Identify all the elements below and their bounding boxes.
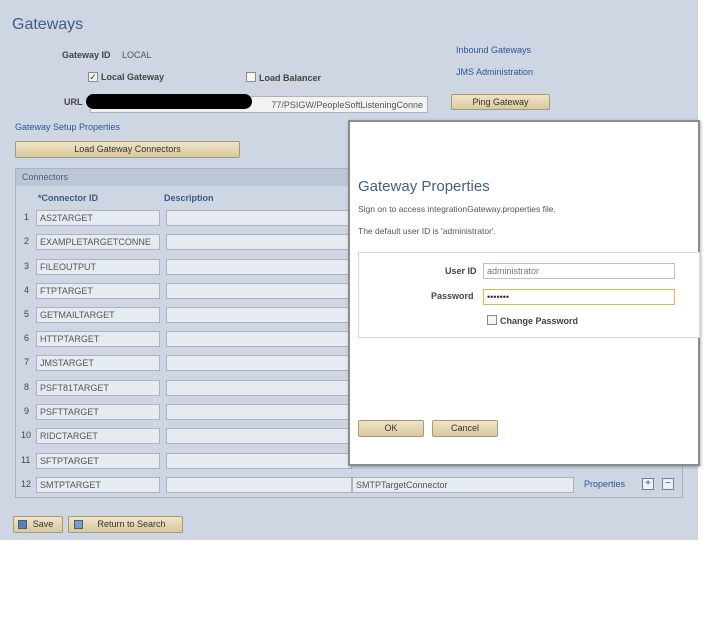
save-icon xyxy=(18,520,27,529)
row-number: 8 xyxy=(24,382,30,392)
save-button-label: Save xyxy=(32,519,54,529)
password-label: Password xyxy=(431,291,474,301)
description-field[interactable] xyxy=(166,210,352,226)
table-row: 12 SMTPTARGET SMTPTargetConnector Proper… xyxy=(16,475,682,495)
description-field[interactable] xyxy=(166,453,352,469)
load-balancer-label: Load Balancer xyxy=(259,73,322,83)
row-number: 1 xyxy=(24,212,30,222)
url-label: URL xyxy=(64,97,83,107)
description-field[interactable] xyxy=(166,380,352,396)
connector-id-field[interactable]: HTTPTARGET xyxy=(36,331,160,347)
connector-id-field[interactable]: AS2TARGET xyxy=(36,210,160,226)
ok-button[interactable]: OK xyxy=(358,420,424,437)
change-password-checkbox[interactable] xyxy=(487,315,497,325)
user-id-label: User ID xyxy=(445,266,477,276)
save-button[interactable]: Save xyxy=(13,516,63,533)
gateway-id-label: Gateway ID xyxy=(62,50,111,60)
redaction-mark xyxy=(86,94,252,109)
row-number: 11 xyxy=(21,455,31,465)
row-number: 9 xyxy=(24,406,30,416)
signon-panel: User ID administrator Password ••••••• C… xyxy=(358,252,700,338)
remove-row-icon[interactable]: − xyxy=(662,478,674,490)
connector-id-field[interactable]: SMTPTARGET xyxy=(36,477,160,493)
gateway-setup-properties-link[interactable]: Gateway Setup Properties xyxy=(15,122,120,132)
connector-id-field[interactable]: SFTPTARGET xyxy=(36,453,160,469)
dialog-title: Gateway Properties xyxy=(358,178,490,195)
gateway-id-value: LOCAL xyxy=(122,50,152,60)
description-field[interactable] xyxy=(166,355,352,371)
row-number: 2 xyxy=(24,236,30,246)
connector-id-field[interactable]: RIDCTARGET xyxy=(36,428,160,444)
column-description: Description xyxy=(164,193,214,203)
change-password-label: Change Password xyxy=(500,316,579,326)
description-field[interactable] xyxy=(166,234,352,250)
inbound-gateways-link[interactable]: Inbound Gateways xyxy=(456,45,531,55)
row-number: 5 xyxy=(24,309,30,319)
description-field[interactable] xyxy=(166,283,352,299)
row-number: 3 xyxy=(24,261,30,271)
connector-id-field[interactable]: FTPTARGET xyxy=(36,283,160,299)
connector-id-field[interactable]: PSFTTARGET xyxy=(36,404,160,420)
jms-administration-link[interactable]: JMS Administration xyxy=(456,67,533,77)
description-field[interactable] xyxy=(166,477,352,493)
local-gateway-label: Local Gateway xyxy=(101,72,165,82)
load-balancer-checkbox[interactable] xyxy=(246,72,256,82)
properties-link[interactable]: Properties xyxy=(584,479,625,489)
load-gateway-connectors-button[interactable]: Load Gateway Connectors xyxy=(15,141,240,158)
connector-id-field[interactable]: GETMAILTARGET xyxy=(36,307,160,323)
ping-gateway-button[interactable]: Ping Gateway xyxy=(451,94,550,110)
connector-id-field[interactable]: EXAMPLETARGETCONNE xyxy=(36,234,160,250)
description-field[interactable] xyxy=(166,404,352,420)
description-field[interactable] xyxy=(166,331,352,347)
row-number: 12 xyxy=(21,479,32,489)
add-row-icon[interactable]: + xyxy=(642,478,654,490)
cancel-button[interactable]: Cancel xyxy=(432,420,498,437)
row-number: 7 xyxy=(24,357,30,367)
password-input[interactable]: ••••••• xyxy=(483,289,675,305)
row-number: 10 xyxy=(21,430,32,440)
connector-id-field[interactable]: FILEOUTPUT xyxy=(36,259,160,275)
return-to-search-button[interactable]: Return to Search xyxy=(68,516,183,533)
gateway-properties-dialog: Gateway Properties Sign on to access int… xyxy=(348,120,700,466)
row-number: 4 xyxy=(24,285,30,295)
description-field[interactable] xyxy=(166,428,352,444)
return-to-search-label: Return to Search xyxy=(97,519,166,529)
connector-id-field[interactable]: PSFT81TARGET xyxy=(36,380,160,396)
dialog-instruction: Sign on to access integrationGateway.pro… xyxy=(358,204,556,214)
page-title: Gateways xyxy=(12,16,84,33)
column-connector-id: *Connector ID xyxy=(38,193,99,203)
search-icon xyxy=(74,520,83,529)
connector-id-field[interactable]: JMSTARGET xyxy=(36,355,160,371)
description-field[interactable] xyxy=(166,307,352,323)
user-id-input[interactable]: administrator xyxy=(483,263,675,279)
dialog-default-user-note: The default user ID is 'administrator'. xyxy=(358,226,496,236)
local-gateway-checkbox[interactable]: ✓ xyxy=(88,72,98,82)
row-number: 6 xyxy=(24,333,30,343)
description-field[interactable] xyxy=(166,259,352,275)
connector-class-field[interactable]: SMTPTargetConnector xyxy=(352,477,574,493)
